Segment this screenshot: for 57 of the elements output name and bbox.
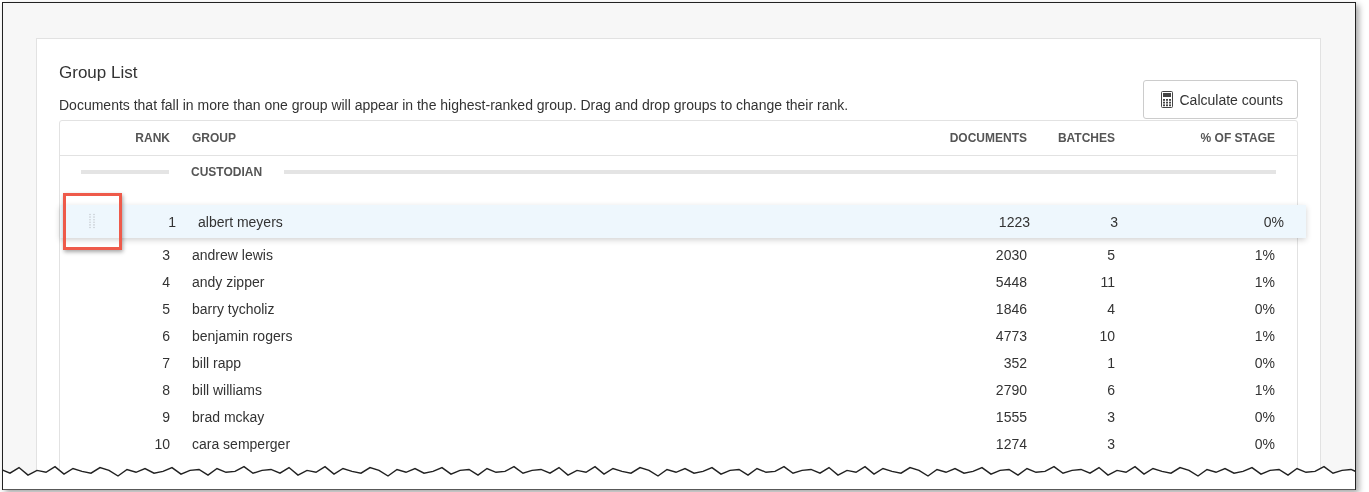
column-header: % OF STAGE (1200, 131, 1275, 145)
percent-cell: 1% (1254, 327, 1275, 344)
percent-cell: 0% (1263, 213, 1284, 230)
batches-cell: 4 (1107, 300, 1115, 317)
group-cell: bill williams (192, 381, 262, 398)
documents-cell: 5448 (995, 273, 1027, 290)
rank-cell: 3 (162, 246, 170, 263)
documents-cell: 1223 (998, 213, 1030, 230)
column-header: RANK (135, 131, 170, 145)
column-header: GROUP (192, 131, 236, 145)
documents-cell: 1274 (995, 435, 1027, 452)
batches-cell: 3 (1107, 408, 1115, 425)
batches-cell: 1 (1107, 354, 1115, 371)
rank-cell: 9 (162, 408, 170, 425)
batches-cell: 5 (1107, 246, 1115, 263)
description-text: Documents that fall in more than one group will appear in the highest-ranked group. Drag and drop groups to change their rank. (59, 97, 849, 113)
group-cell: albert meyers (198, 213, 283, 230)
percent-cell: 0% (1254, 300, 1275, 317)
rank-cell: 8 (162, 381, 170, 398)
card-title: Group List (59, 63, 139, 83)
documents-cell: 1555 (995, 408, 1027, 425)
rank-cell: 6 (162, 327, 170, 344)
rank-cell: 10 (154, 435, 170, 452)
documents-cell: 352 (1003, 354, 1027, 371)
batches-cell: 11 (1100, 273, 1115, 290)
documents-cell: 4773 (995, 327, 1027, 344)
rank-cell: 7 (162, 354, 170, 371)
group-cell: brad mckay (192, 408, 265, 425)
percent-cell: 1% (1254, 273, 1275, 290)
group-cell: andy zipper (192, 273, 265, 290)
section-label: CUSTODIAN (191, 164, 263, 179)
column-header: DOCUMENTS (949, 131, 1027, 145)
rank-cell: 4 (162, 273, 170, 290)
group-cell: andrew lewis (192, 246, 273, 263)
batches-cell: 6 (1107, 381, 1115, 398)
percent-cell: 0% (1254, 435, 1275, 452)
percent-cell: 1% (1254, 381, 1275, 398)
group-cell: benjamin rogers (192, 327, 293, 344)
calculate-counts-button[interactable]: Calculate counts (1143, 80, 1298, 119)
percent-cell: 0% (1254, 408, 1275, 425)
dragged-row[interactable]: 1 albert meyers 1223 3 0% (60, 205, 1306, 238)
group-cell: cara semperger (192, 435, 291, 452)
percent-cell: 0% (1254, 354, 1275, 371)
column-header: BATCHES (1057, 131, 1115, 145)
documents-cell: 2030 (995, 246, 1027, 263)
group-cell: bill rapp (192, 354, 242, 371)
drag-handle-icon[interactable] (89, 213, 95, 229)
group-cell: barry tycholiz (192, 300, 275, 317)
rank-cell: 5 (162, 300, 170, 317)
documents-cell: 2790 (995, 381, 1027, 398)
rank-cell: 1 (168, 213, 176, 230)
batches-cell: 3 (1107, 435, 1115, 452)
calculator-icon (1161, 91, 1174, 108)
documents-cell: 1846 (995, 300, 1027, 317)
percent-cell: 1% (1254, 246, 1275, 263)
batches-cell: 10 (1099, 327, 1115, 344)
batches-cell: 3 (1110, 213, 1118, 230)
